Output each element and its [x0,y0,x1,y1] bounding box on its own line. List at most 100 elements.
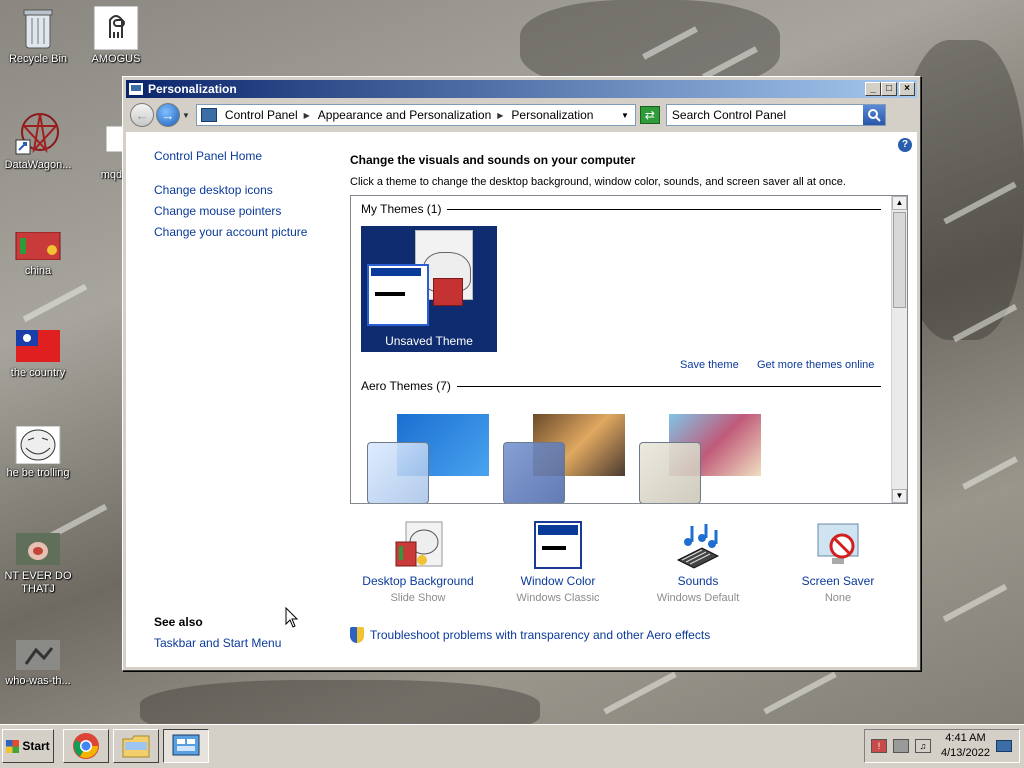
window-color-option[interactable]: Window Color Windows Classic [488,520,628,604]
window-title: Personalization [148,82,237,96]
back-button[interactable]: ← [130,103,154,127]
sidebar-link-taskbar-start-menu[interactable]: Taskbar and Start Menu [154,636,281,650]
desktop-icon-nt-ever-do-that[interactable]: NT EVER DO THATJ [0,533,76,596]
window-color-value: Windows Classic [516,592,600,604]
clock[interactable]: 4:41 AM 4/13/2022 [941,731,990,761]
scroll-down-icon[interactable]: ▼ [892,489,907,503]
themes-list[interactable]: My Themes (1) Unsaved Theme Save theme G… [350,195,908,504]
maximize-button[interactable]: □ [881,82,897,96]
sidebar-link-account-picture[interactable]: Change your account picture [154,225,307,239]
sounds-option[interactable]: Sounds Windows Default [628,520,768,604]
troubleshoot-row: Troubleshoot problems with transparency … [350,627,710,643]
window-color-icon [532,520,584,570]
meme-image-icon [14,533,62,567]
desktop-icon-he-be-trolling[interactable]: he be trolling [0,425,76,480]
refresh-button[interactable]: ⇄ [639,106,660,124]
folder-icon [122,735,150,758]
theme-unsaved[interactable]: Unsaved Theme [361,226,497,352]
desktop-icon-datawagon[interactable]: DataWagon... [0,112,76,172]
sounds-link[interactable]: Sounds [628,574,768,588]
photo-image-icon [14,640,62,672]
window-titlebar[interactable]: Personalization _ □ × [126,80,917,98]
theme-aero-windows7[interactable] [361,406,489,503]
theme-name: Unsaved Theme [385,334,473,348]
taskbar-chrome[interactable] [63,729,109,763]
refresh-icon: ⇄ [644,108,655,122]
datawagon-shortcut-icon [14,112,62,156]
troubleshoot-link[interactable]: Troubleshoot problems with transparency … [370,628,710,642]
show-desktop-icon[interactable] [995,740,1012,752]
desktop-icon-amogus[interactable]: AMOGUS [78,5,154,66]
aero-themes-heading: Aero Themes (7) [361,379,881,393]
arrow-left-icon: ← [135,107,149,123]
desktop-icon-label: who-was-th... [5,675,71,687]
chevron-down-icon[interactable]: ▼ [621,111,629,120]
desktop-background-link[interactable]: Desktop Background [348,574,488,588]
forward-button[interactable]: → [156,103,180,127]
desktop-icon-label: china [24,265,52,277]
see-also-heading: See also [154,615,203,629]
desktop-icon-who-was-that[interactable]: who-was-th... [0,640,76,688]
chevron-right-icon[interactable]: ▶ [497,111,503,120]
mouse-cursor-icon [285,607,299,628]
screen-saver-link[interactable]: Screen Saver [768,574,908,588]
sounds-icon [672,520,724,570]
breadcrumb[interactable]: Control Panel ▶ Appearance and Personaliz… [195,104,636,126]
desktop-icon-label: Recycle Bin [8,53,68,65]
desktop-icon-label: DataWagon... [4,159,72,171]
personalization-window: Personalization _ □ × ← → ▼ Control Pane… [122,76,921,671]
desktop-background-value: Slide Show [390,592,446,604]
flag-image-icon [14,330,62,364]
desktop-icon-china[interactable]: china [0,231,76,278]
content-area: ? Control Panel Home Change desktop icon… [126,132,917,667]
network-icon[interactable] [893,739,909,753]
search-input[interactable] [666,106,863,124]
chevron-right-icon[interactable]: ▶ [304,111,310,120]
sidebar-link-control-panel-home[interactable]: Control Panel Home [154,149,262,163]
screen-saver-icon [812,520,864,570]
window-preview-icon [367,264,429,326]
shield-icon [350,627,364,643]
scroll-thumb[interactable] [893,212,906,308]
breadcrumb-item-personalization[interactable]: Personalization [507,108,597,122]
page-description: Click a theme to change the desktop back… [350,176,846,188]
sidebar-link-mouse-pointers[interactable]: Change mouse pointers [154,204,281,218]
recycle-bin-icon [14,6,62,50]
save-theme-link[interactable]: Save theme [680,359,739,371]
screen-saver-option[interactable]: Screen Saver None [768,520,908,604]
close-button[interactable]: × [899,82,915,96]
desktop-icon-the-country[interactable]: the country [0,330,76,380]
page-title: Change the visuals and sounds on your co… [350,153,636,167]
help-icon[interactable]: ? [898,138,912,152]
minimize-button[interactable]: _ [865,82,881,96]
chrome-icon [73,733,99,759]
clock-time: 4:41 AM [945,732,986,744]
search-button[interactable] [862,105,885,125]
desktop-background-option[interactable]: Desktop Background Slide Show [348,520,488,604]
volume-icon[interactable]: ♫ [915,739,931,753]
sidebar-link-desktop-icons[interactable]: Change desktop icons [154,183,273,197]
control-panel-icon [200,108,217,122]
action-center-icon[interactable]: ! [871,739,887,753]
my-themes-heading: My Themes (1) [361,202,881,216]
recent-pages-dropdown[interactable]: ▼ [182,111,190,120]
start-button[interactable]: Start [2,729,54,763]
taskbar-control-panel[interactable] [163,729,209,763]
theme-aero-landscapes[interactable] [633,406,761,503]
control-panel-icon [172,734,200,756]
screen-saver-value: None [824,592,852,604]
get-more-themes-link[interactable]: Get more themes online [757,359,874,371]
themes-scrollbar[interactable]: ▲ ▼ [891,196,907,503]
search-icon [867,109,881,122]
window-color-link[interactable]: Window Color [488,574,628,588]
arrow-right-icon: → [161,107,175,123]
taskbar-file-explorer[interactable] [113,729,159,763]
theme-aero-architecture[interactable] [497,406,625,503]
breadcrumb-item-appearance[interactable]: Appearance and Personalization ▶ [314,108,508,122]
desktop-icon-label: NT EVER DO THATJ [4,570,72,595]
sounds-value: Windows Default [656,592,740,604]
scroll-up-icon[interactable]: ▲ [892,196,907,210]
desktop-icon-recycle-bin[interactable]: Recycle Bin [0,6,76,66]
desktop-icon-label: AMOGUS [91,53,141,65]
breadcrumb-item-control-panel[interactable]: Control Panel ▶ [221,108,314,122]
